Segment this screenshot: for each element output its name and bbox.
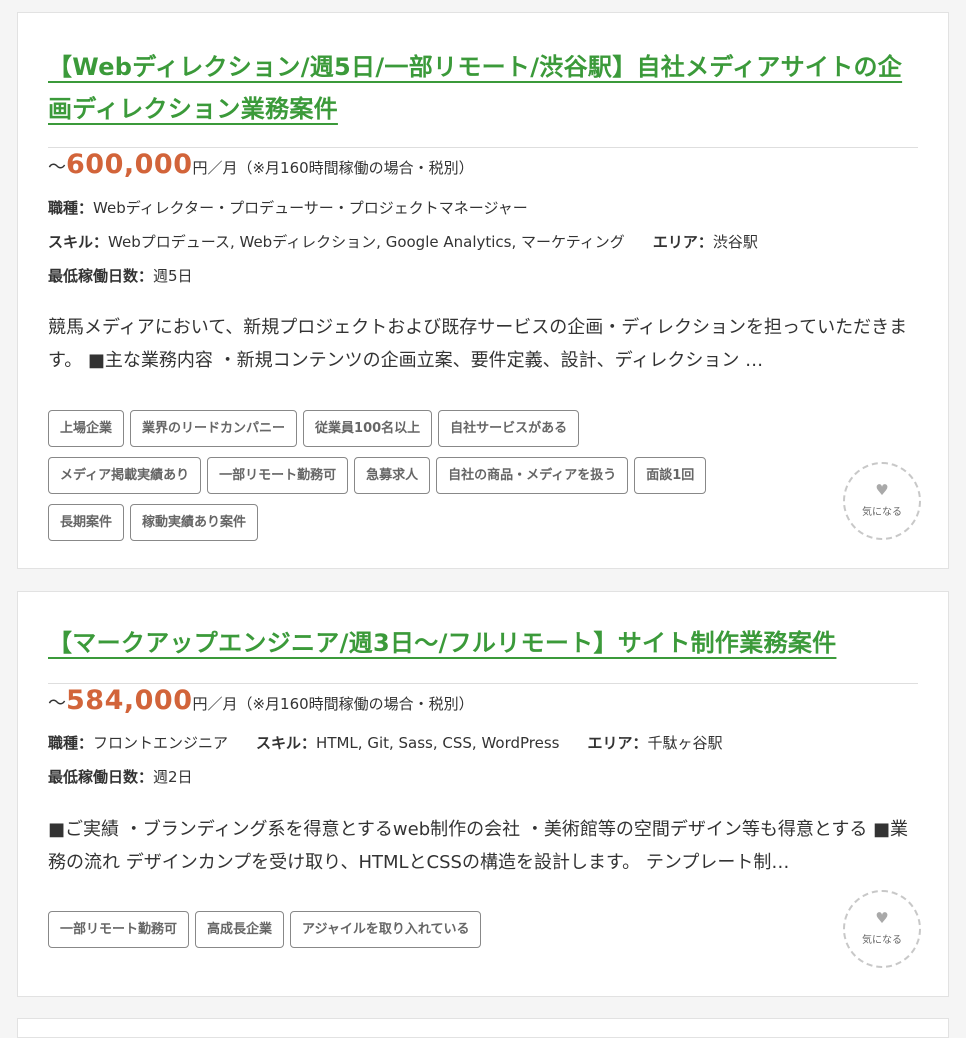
favorite-label: 気になる <box>862 935 902 946</box>
area-label: エリア： <box>587 734 648 752</box>
price-amount: 600,000 <box>66 149 193 180</box>
tag[interactable]: 上場企業 <box>48 410 125 447</box>
min-days-label: 最低稼働日数： <box>48 768 154 786</box>
favorite-label: 気になる <box>862 507 902 518</box>
job-type-label: 職種： <box>48 734 94 752</box>
tag[interactable]: 一部リモート勤務可 <box>48 911 190 948</box>
price-amount: 584,000 <box>66 685 193 716</box>
tag[interactable]: 高成長企業 <box>195 911 285 948</box>
job-card: 【Webディレクション/週5日/一部リモート/渋谷駅】自社メディアサイトの企画デ… <box>17 12 949 569</box>
job-title-link[interactable]: 【Webディレクション/週5日/一部リモート/渋谷駅】自社メディアサイトの企画デ… <box>48 46 918 130</box>
skill-label: スキル： <box>256 734 317 752</box>
tag[interactable]: アジャイルを取り入れている <box>290 911 482 948</box>
job-card-partial <box>17 1018 949 1038</box>
job-type-label: 職種： <box>48 199 94 217</box>
price-unit: 円／月（※月160時間稼働の場合・税別） <box>192 695 474 713</box>
tag[interactable]: 面談1回 <box>634 457 707 494</box>
skill-area-row: スキル：Webプロデュース, Webディレクション, Google Analyt… <box>48 231 758 252</box>
divider <box>48 683 918 684</box>
tag[interactable]: 従業員100名以上 <box>303 410 433 447</box>
divider <box>48 147 918 148</box>
job-type-row: 職種：Webディレクター・プロデューサー・プロジェクトマネージャー <box>48 197 528 218</box>
skill-value: Webプロデュース, Webディレクション, Google Analytics,… <box>108 233 625 251</box>
skill-label: スキル： <box>48 233 109 251</box>
price-tilde: ～ <box>48 157 66 178</box>
job-type-skill-area-row: 職種：フロントエンジニア スキル：HTML, Git, Sass, CSS, Wo… <box>48 732 723 753</box>
min-days-value: 週5日 <box>153 267 193 285</box>
favorite-button[interactable]: ♥ 気になる <box>843 462 921 540</box>
tag-list: 上場企業 業界のリードカンパニー 従業員100名以上 自社サービスがあるメディア掲載実… <box>48 410 808 551</box>
price-line: ～600,000円／月（※月160時間稼働の場合・税別） <box>48 149 474 180</box>
area-label: エリア： <box>652 233 713 251</box>
job-type-value: Webディレクター・プロデューサー・プロジェクトマネージャー <box>93 199 528 217</box>
tag[interactable]: 長期案件 <box>48 504 125 541</box>
min-days-label: 最低稼働日数： <box>48 267 154 285</box>
min-days-row: 最低稼働日数：週2日 <box>48 766 193 787</box>
job-title-link[interactable]: 【マークアップエンジニア/週3日〜/フルリモート】サイト制作業務案件 <box>48 622 918 664</box>
area-value: 渋谷駅 <box>712 233 758 251</box>
heart-icon: ♥ <box>875 481 889 499</box>
job-description: 競馬メディアにおいて、新規プロジェクトおよび既存サービスの企画・ディレクションを… <box>48 317 908 371</box>
heart-icon: ♥ <box>875 909 889 927</box>
tag[interactable]: 急募求人 <box>354 457 431 494</box>
price-tilde: ～ <box>48 693 66 714</box>
min-days-row: 最低稼働日数：週5日 <box>48 265 193 286</box>
tag[interactable]: 一部リモート勤務可 <box>207 457 349 494</box>
area-value: 千駄ヶ谷駅 <box>647 734 723 752</box>
tag[interactable]: 稼動実績あり案件 <box>130 504 259 541</box>
price-line: ～584,000円／月（※月160時間稼働の場合・税別） <box>48 685 474 716</box>
price-unit: 円／月（※月160時間稼働の場合・税別） <box>192 159 474 177</box>
tag[interactable]: 業界のリードカンパニー <box>130 410 298 447</box>
tag-list: 一部リモート勤務可 高成長企業 アジャイルを取り入れている <box>48 911 808 958</box>
skill-value: HTML, Git, Sass, CSS, WordPress <box>316 734 560 752</box>
job-card: 【マークアップエンジニア/週3日〜/フルリモート】サイト制作業務案件 ～584,… <box>17 591 949 997</box>
tag[interactable]: 自社サービスがある <box>438 410 580 447</box>
favorite-button[interactable]: ♥ 気になる <box>843 890 921 968</box>
tag[interactable]: メディア掲載実績あり <box>48 457 202 494</box>
job-type-value: フロントエンジニア <box>93 734 229 752</box>
tag[interactable]: 自社の商品・メディアを扱う <box>436 457 629 494</box>
job-description: ■ご実績 ・ブランディング系を得意とするweb制作の会社 ・美術館等の空間デザイ… <box>48 819 909 873</box>
min-days-value: 週2日 <box>153 768 193 786</box>
